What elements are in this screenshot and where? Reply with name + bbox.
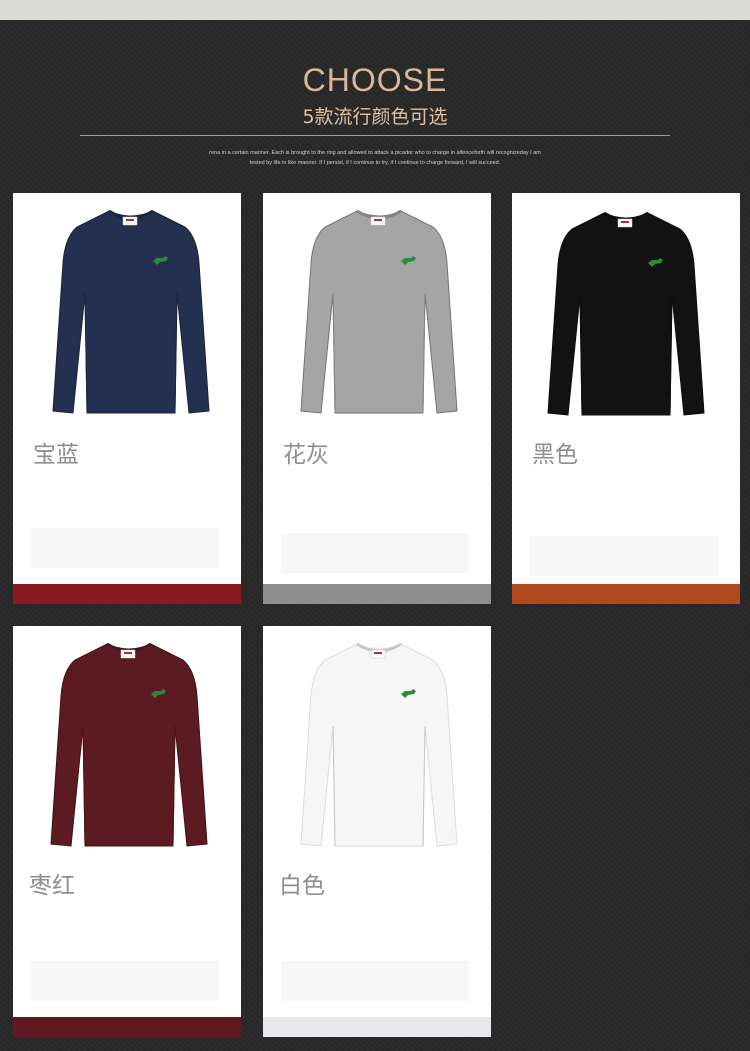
placeholder-shade	[281, 961, 469, 1001]
top-strip	[0, 0, 750, 20]
placeholder-shade	[530, 536, 718, 576]
color-card-black[interactable]: 黑色	[512, 193, 740, 604]
color-label: 花灰	[283, 442, 329, 468]
color-label: 宝蓝	[33, 442, 79, 468]
page-subtitle: 5款流行颜色可选	[302, 106, 448, 128]
color-card-burgundy[interactable]: 枣红	[13, 626, 241, 1037]
color-swatch-bar	[263, 584, 491, 604]
color-label: 黑色	[532, 442, 578, 468]
color-card-white[interactable]: 白色	[263, 626, 491, 1037]
divider	[80, 135, 670, 136]
tshirt-icon	[297, 203, 461, 421]
tshirt-icon	[47, 636, 211, 854]
color-swatch-bar	[13, 584, 241, 604]
description-line-1: rena in a certain manner. Each is brough…	[209, 150, 541, 156]
placeholder-shade	[31, 961, 219, 1001]
color-label: 枣红	[29, 873, 75, 899]
placeholder-shade	[281, 533, 469, 573]
tshirt-icon	[297, 636, 461, 854]
color-card-heather-gray[interactable]: 花灰	[263, 193, 491, 604]
color-swatch-bar	[13, 1017, 241, 1037]
color-label: 白色	[279, 873, 325, 899]
placeholder-shade	[31, 528, 219, 568]
tshirt-icon	[49, 203, 213, 421]
color-card-royal-blue[interactable]: 宝蓝	[13, 193, 241, 604]
page-title: CHOOSE	[302, 62, 448, 98]
description-line-2: tested by life in like manner. If I pers…	[249, 160, 501, 166]
tshirt-icon	[544, 205, 708, 423]
color-swatch-bar	[512, 584, 740, 604]
color-swatch-bar	[263, 1017, 491, 1037]
description-text: rena in a certain manner. Each is brough…	[120, 148, 630, 168]
header: CHOOSE 5款流行颜色可选 rena in a certain manner…	[0, 20, 750, 170]
